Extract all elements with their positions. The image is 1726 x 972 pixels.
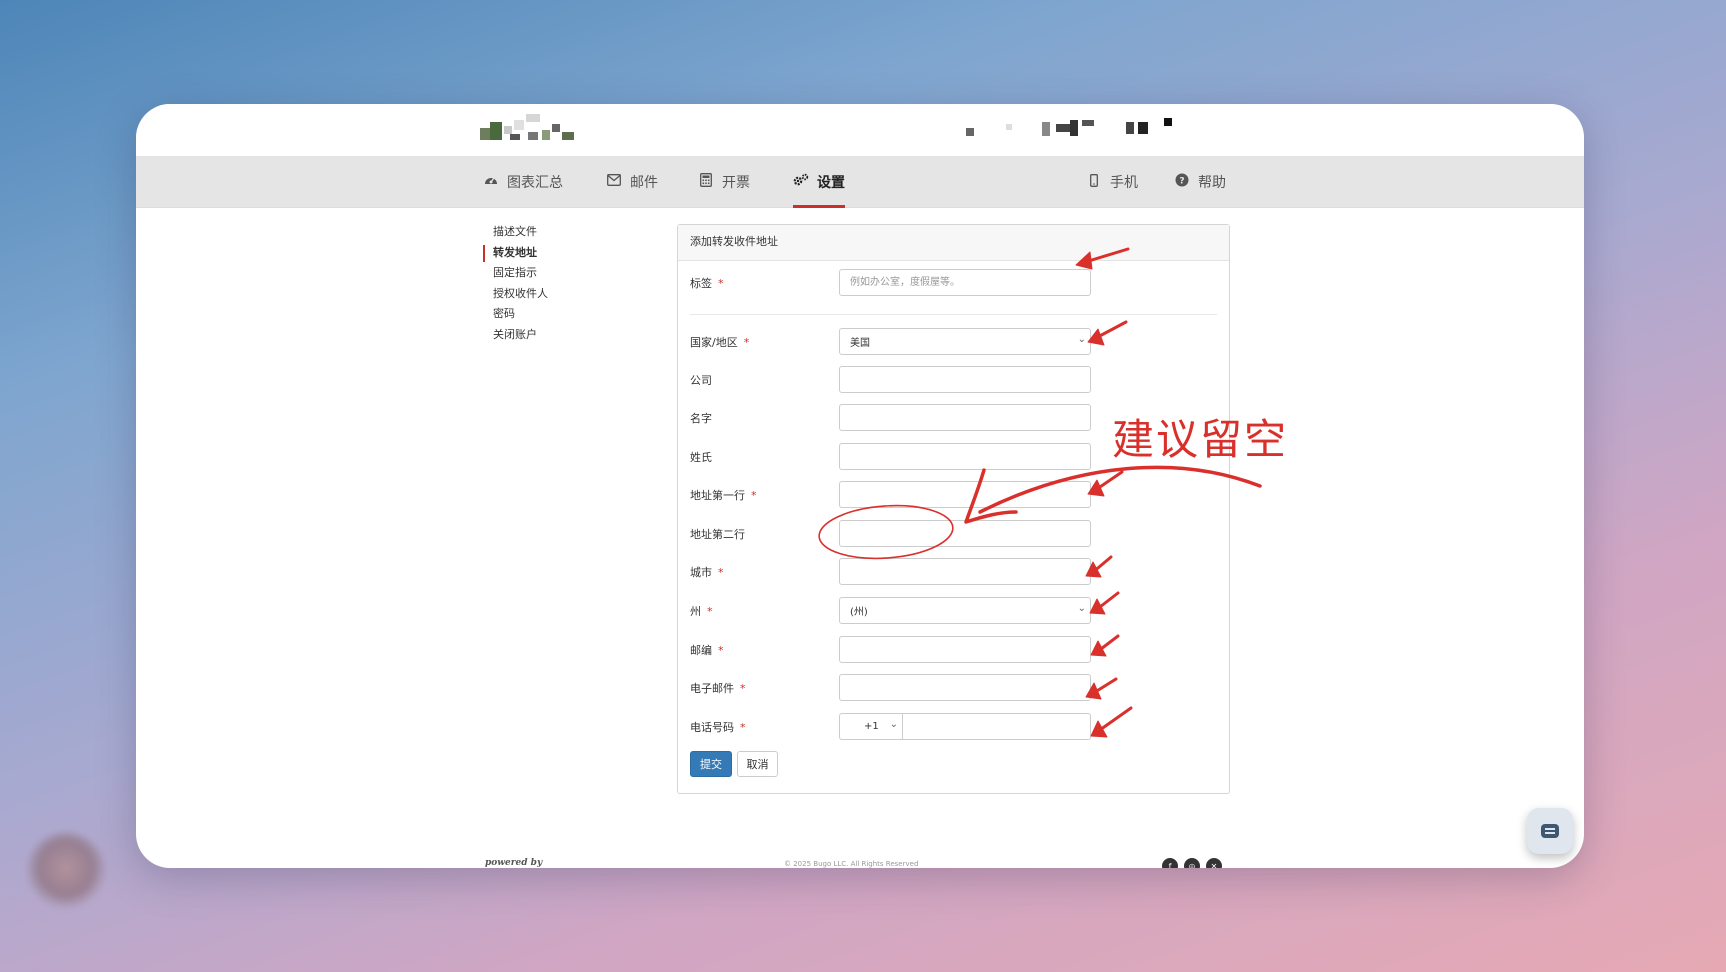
add-address-panel: 添加转发收件地址 标签 * 国家/地区 * 美国 ⌄ 公司 名字 姓氏 地址第一行 * (677, 224, 1230, 794)
nav-settings[interactable]: 设置 (793, 156, 845, 208)
chevron-down-icon: ⌄ (889, 719, 898, 730)
field-label: 国家/地区 (690, 336, 738, 349)
phone-code-value: +1 (864, 721, 879, 732)
phone-country-code-select[interactable]: +1 ⌄ (839, 713, 903, 740)
account-info-redacted (966, 118, 1326, 142)
field-label: 标签 (690, 277, 712, 290)
nav-mail[interactable]: 邮件 (606, 156, 658, 208)
sidebar-item-authorized-recipients[interactable]: 授权收件人 (483, 284, 603, 305)
svg-text:?: ? (1179, 177, 1184, 187)
field-label: 名字 (690, 412, 712, 425)
browser-window: 图表汇总 邮件 开票 设置 手机 ? 帮助 描述文件 转发地址 固定指示 授权收… (136, 104, 1584, 868)
field-row-company: 公司 (678, 366, 1229, 394)
country-value: 美国 (850, 338, 870, 349)
dashboard-icon (483, 173, 499, 191)
field-label: 姓氏 (690, 451, 712, 464)
sidebar-item-standing-instructions[interactable]: 固定指示 (483, 263, 603, 284)
field-label: 公司 (690, 374, 712, 387)
question-circle-icon: ? (1174, 173, 1190, 191)
label-input[interactable] (839, 269, 1091, 296)
envelope-icon (606, 174, 622, 190)
field-row-state: 州 * (州) ⌄ (678, 597, 1229, 625)
required-mark: * (740, 682, 746, 695)
first-name-input[interactable] (839, 404, 1091, 431)
chat-widget-button[interactable] (1527, 808, 1573, 854)
required-mark: * (718, 566, 724, 579)
sidebar-item-forwarding-address[interactable]: 转发地址 (483, 243, 603, 264)
submit-button[interactable]: 提交 (690, 751, 732, 777)
page-footer: powered by © 2025 Bugo LLC. All Rights R… (136, 858, 1584, 868)
last-name-input[interactable] (839, 443, 1091, 470)
nav-help[interactable]: ? 帮助 (1174, 156, 1226, 208)
field-row-email: 电子邮件 * (678, 674, 1229, 702)
main-nav: 图表汇总 邮件 开票 设置 手机 ? 帮助 (136, 156, 1584, 208)
required-mark: * (751, 489, 757, 502)
annotation-text: 建议留空 (1112, 415, 1289, 464)
country-select[interactable]: 美国 ⌄ (839, 328, 1091, 355)
cancel-button[interactable]: 取消 (737, 751, 778, 777)
address-line1-input[interactable] (839, 481, 1091, 508)
divider (690, 314, 1217, 315)
email-input[interactable] (839, 674, 1091, 701)
nav-dashboard[interactable]: 图表汇总 (483, 156, 563, 208)
gears-icon (793, 173, 809, 191)
company-input[interactable] (839, 366, 1091, 393)
field-label: 电子邮件 (690, 682, 734, 695)
nav-label: 设置 (817, 175, 845, 191)
settings-sidebar: 描述文件 转发地址 固定指示 授权收件人 密码 关闭账户 (483, 222, 603, 346)
field-label: 邮编 (690, 644, 712, 657)
form-actions: 提交 取消 (678, 751, 1229, 779)
address-line2-input[interactable] (839, 520, 1091, 547)
twitter-icon[interactable]: ✕ (1206, 858, 1222, 868)
nav-label: 图表汇总 (507, 175, 563, 191)
state-value: (州) (850, 607, 868, 618)
nav-label: 邮件 (630, 175, 658, 191)
city-input[interactable] (839, 558, 1091, 585)
required-mark: * (740, 721, 746, 734)
nav-billing[interactable]: 开票 (698, 156, 750, 208)
chat-bubble-icon (1541, 824, 1559, 838)
field-label: 地址第一行 (690, 489, 745, 502)
field-row-city: 城市 * (678, 558, 1229, 586)
panel-title: 添加转发收件地址 (678, 225, 1229, 261)
top-header (136, 104, 1584, 156)
calculator-icon (698, 173, 714, 191)
facebook-icon[interactable]: f (1162, 858, 1178, 868)
powered-by-text: powered by (485, 858, 543, 868)
field-label: 州 (690, 605, 701, 618)
field-row-address1: 地址第一行 * (678, 481, 1229, 509)
chevron-down-icon: ⌄ (1077, 334, 1086, 345)
nav-label: 手机 (1110, 175, 1138, 191)
field-row-phone: 电话号码 * +1 ⌄ (678, 713, 1229, 741)
field-row-zip: 邮编 * (678, 636, 1229, 664)
required-mark: * (743, 336, 750, 349)
instagram-icon[interactable]: ◎ (1184, 858, 1200, 868)
phone-number-input[interactable] (902, 713, 1091, 740)
required-mark: * (718, 277, 724, 290)
site-logo[interactable] (480, 114, 592, 150)
nav-mobile[interactable]: 手机 (1086, 156, 1138, 208)
social-links: f ◎ ✕ (1162, 858, 1222, 868)
sidebar-item-profile[interactable]: 描述文件 (483, 222, 603, 243)
sidebar-item-password[interactable]: 密码 (483, 304, 603, 325)
required-mark: * (718, 644, 724, 657)
zip-input[interactable] (839, 636, 1091, 663)
avatar (26, 832, 106, 912)
sidebar-item-close-account[interactable]: 关闭账户 (483, 325, 603, 346)
field-label: 电话号码 (690, 721, 734, 734)
nav-label: 开票 (722, 175, 750, 191)
field-label: 地址第二行 (690, 528, 745, 541)
copyright-text: © 2025 Bugo LLC. All Rights Reserved (784, 860, 919, 868)
nav-label: 帮助 (1198, 175, 1226, 191)
chevron-down-icon: ⌄ (1077, 603, 1086, 614)
field-row-country: 国家/地区 * 美国 ⌄ (678, 328, 1229, 356)
mobile-icon (1086, 173, 1102, 191)
field-label: 城市 (690, 566, 712, 579)
field-row-address2: 地址第二行 (678, 520, 1229, 548)
field-row-label: 标签 * (678, 269, 1229, 297)
required-mark: * (707, 605, 713, 618)
state-select[interactable]: (州) ⌄ (839, 597, 1091, 624)
